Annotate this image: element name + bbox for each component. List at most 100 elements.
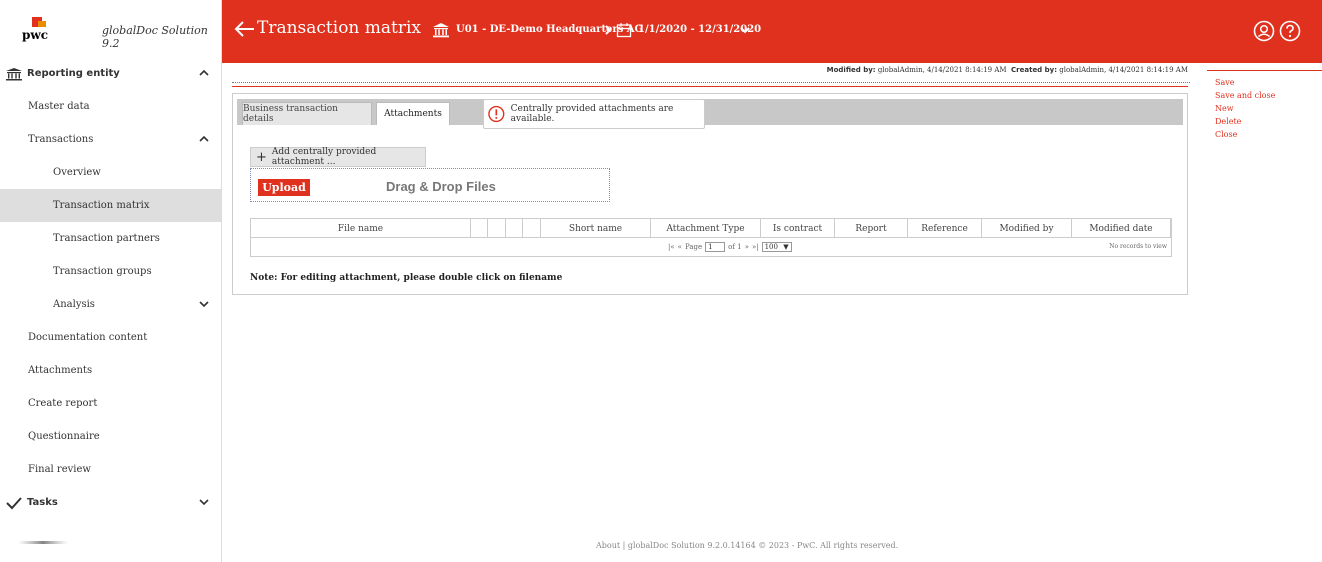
created-value: globalAdmin, 4/14/2021 8:14:19 AM [1059,66,1188,74]
sidebar-item-final-review[interactable]: Final review [0,453,221,486]
chevron-down-icon[interactable] [199,497,209,507]
sidebar-item-label: Transactions [28,134,94,145]
sidebar-item-transaction-partners[interactable]: Transaction partners [0,222,221,255]
column-header-short-name[interactable]: Short name [541,219,651,238]
save-link[interactable]: Save [1207,76,1322,89]
column-header-report[interactable]: Report [835,219,908,238]
sidebar-item-label: Transaction matrix [53,200,150,211]
sidebar-item-label: Final review [28,464,91,475]
modified-label: Modified by: [826,66,876,74]
back-arrow-icon[interactable] [234,20,256,38]
sidebar-item-master-data[interactable]: Master data [0,90,221,123]
sidebar-item-transactions[interactable]: Transactions [0,123,221,156]
calendar-icon [616,23,632,38]
sidebar-section-label: Reporting entity [27,68,120,79]
logo-text: pwc [22,27,49,42]
column-header-blank[interactable] [506,219,523,238]
sidebar-item-label: Overview [53,167,101,178]
pager-controls: |« « Page 1 of 1 » »| 100 ▼ [668,242,795,252]
sidebar-item-attachments[interactable]: Attachments [0,354,221,387]
sidebar-item-create-report[interactable]: Create report [0,387,221,420]
sidebar-section-label: Tasks [27,497,58,508]
page-input[interactable]: 1 [705,242,726,252]
column-header-modified-date[interactable]: Modified date [1072,219,1171,238]
column-header-attachment-type[interactable]: Attachment Type [651,219,761,238]
column-header-is-contract[interactable]: Is contract [761,219,835,238]
user-icon[interactable] [1253,20,1275,42]
page-title: Transaction matrix [257,18,422,38]
sidebar-item-transaction-groups[interactable]: Transaction groups [0,255,221,288]
divider [232,86,1188,87]
column-header-blank[interactable] [471,219,488,238]
close-link[interactable]: Close [1207,128,1322,141]
add-central-attachment-label: Add centrally provided attachment ... [271,147,377,167]
sidebar-section-tasks[interactable]: Tasks [0,486,221,519]
column-header-blank[interactable] [488,219,506,238]
page-size-select[interactable]: 100 ▼ [761,242,792,252]
sidebar-fade-shadow [18,541,68,544]
institution-icon [433,23,449,38]
sidebar-item-overview[interactable]: Overview [0,156,221,189]
delete-link[interactable]: Delete [1207,115,1322,128]
page-of-label: of 1 [728,243,742,251]
grid-header: File name Short name Attachment Type Is … [251,219,1171,238]
action-menu: Save Save and close New Delete Close [1207,70,1322,141]
app-name: globalDoc Solution 9.2 [102,24,208,50]
prev-page-icon[interactable]: « [678,243,682,251]
sidebar-item-questionnaire[interactable]: Questionnaire [0,420,221,453]
last-page-icon[interactable]: »| [752,243,759,251]
sidebar-item-label: Analysis [53,299,95,310]
sidebar-item-label: Master data [28,101,90,112]
tab-business-transaction-details[interactable]: Business transaction details [242,102,372,125]
sidebar-item-label: Create report [28,398,98,409]
sidebar: pwc globalDoc Solution 9.2 Reporting ent… [0,0,222,562]
alert-icon [488,105,505,123]
created-label: Created by: [1011,66,1058,74]
modified-value: globalAdmin, 4/14/2021 8:14:19 AM [877,66,1007,74]
record-meta: Modified by: globalAdmin, 4/14/2021 8:14… [232,63,1190,83]
save-and-close-link[interactable]: Save and close [1207,89,1322,102]
chevron-down-icon[interactable] [739,25,751,35]
upload-button[interactable]: Upload [258,179,310,196]
top-header: Transaction matrix U01 - DE-Demo Headqua… [222,0,1322,63]
sidebar-item-label: Questionnaire [28,431,100,442]
new-link[interactable]: New [1207,102,1322,115]
column-header-modified-by[interactable]: Modified by [982,219,1072,238]
grid-pager: |« « Page 1 of 1 » »| 100 ▼ No records t… [251,239,1171,256]
column-header-blank[interactable] [523,219,541,238]
footer: About | globalDoc Solution 9.2.0.14164 ©… [596,541,899,550]
sidebar-item-analysis[interactable]: Analysis [0,288,221,321]
page-label: Page [684,243,703,251]
column-header-file-name[interactable]: File name [251,219,471,238]
sidebar-item-label: Transaction groups [53,266,152,277]
sidebar-item-transaction-matrix[interactable]: Transaction matrix [0,189,221,222]
chevron-down-icon[interactable] [199,299,209,309]
pwc-logo[interactable]: pwc [20,15,54,43]
no-records-text: No records to view [1109,243,1167,250]
chevron-right-icon[interactable] [604,25,612,35]
sidebar-section-reporting-entity[interactable]: Reporting entity [0,57,221,90]
file-dropzone[interactable]: Upload Drag & Drop Files [250,168,610,202]
checkmark-icon [6,496,22,509]
sidebar-item-label: Documentation content [28,332,148,343]
chevron-up-icon[interactable] [199,134,209,144]
meta-text: Modified by: globalAdmin, 4/14/2021 8:14… [827,66,1188,74]
add-central-attachment-button[interactable]: + Add centrally provided attachment ... [250,147,426,167]
attachments-grid: File name Short name Attachment Type Is … [250,218,1172,257]
tab-bar: Business transaction details Attachments [237,99,1183,125]
plus-icon: + [256,149,267,165]
chevron-up-icon[interactable] [199,68,209,78]
sidebar-item-label: Attachments [28,365,93,376]
first-page-icon[interactable]: |« [668,243,675,251]
help-icon[interactable] [1279,20,1301,42]
page-size-value: 100 [764,243,778,251]
sidebar-item-documentation-content[interactable]: Documentation content [0,321,221,354]
column-header-reference[interactable]: Reference [908,219,982,238]
institution-icon [6,67,22,80]
drag-drop-label: Drag & Drop Files [386,179,496,194]
tab-attachments[interactable]: Attachments [376,102,450,125]
attachments-panel: Business transaction details Attachments… [232,93,1188,295]
editing-note: Note: For editing attachment, please dou… [250,273,563,283]
next-page-icon[interactable]: » [745,243,749,251]
sidebar-item-label: Transaction partners [53,233,160,244]
